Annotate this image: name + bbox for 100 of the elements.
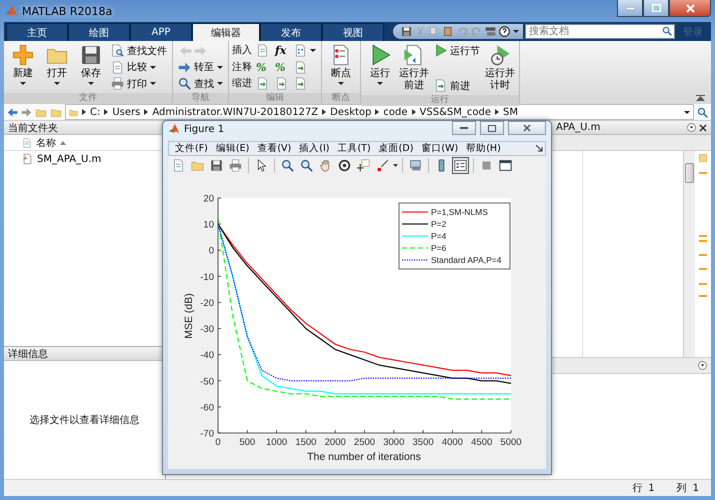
tick-label: 1500 <box>295 437 316 448</box>
menu-item[interactable]: 帮助(H) <box>462 142 505 156</box>
legend-label: P=2 <box>431 219 446 229</box>
warning-marker[interactable] <box>699 254 707 256</box>
status-label: 行 <box>632 482 642 495</box>
clock-play-icon <box>489 44 511 66</box>
menu-item[interactable]: 插入(I) <box>295 142 334 156</box>
ribbon-button[interactable]: 运行并计时 <box>484 43 516 93</box>
ribbon-button[interactable]: 运行 <box>364 43 396 86</box>
group-label: 导航 <box>173 93 228 104</box>
warning-marker[interactable] <box>699 235 707 237</box>
close-button[interactable] <box>508 121 546 135</box>
warning-marker[interactable] <box>699 172 707 174</box>
path-segment[interactable]: code <box>383 106 408 118</box>
menu-item[interactable]: 编辑(E) <box>212 142 254 156</box>
maximize-icon <box>652 4 660 12</box>
warning-marker[interactable] <box>699 283 707 285</box>
help-icon <box>499 26 510 37</box>
up-folder-icon <box>35 106 47 118</box>
document-arrow-icon <box>294 77 307 90</box>
maximize-button[interactable] <box>480 121 504 135</box>
document-icon <box>256 44 269 57</box>
tick-label: 4500 <box>471 437 492 448</box>
search-icon <box>697 106 708 118</box>
column-header[interactable]: 名称 <box>36 136 56 150</box>
ribbon-tab[interactable]: 视图 <box>322 23 384 41</box>
tick-label: -50 <box>200 376 214 388</box>
caret-icon <box>310 49 316 52</box>
legend-line <box>402 211 428 213</box>
path-segment[interactable]: VSS&SM_code <box>420 106 491 118</box>
path-segment[interactable]: Users <box>112 106 140 118</box>
minimize-button[interactable] <box>617 0 643 17</box>
path-segment[interactable]: Administrator.WIN7U-20180127Z <box>152 106 318 118</box>
scrollbar[interactable] <box>683 151 695 357</box>
toolbar-button[interactable] <box>355 156 372 174</box>
chevron-icon <box>82 109 86 115</box>
file-item[interactable]: SM_APA_U.m <box>4 151 165 167</box>
ribbon-button[interactable]: 比较 <box>109 60 169 74</box>
caret-icon <box>54 82 60 85</box>
document-arrow-icon <box>434 79 447 92</box>
warning-marker[interactable] <box>699 268 707 270</box>
ribbon-tab[interactable]: 发布 <box>260 23 322 41</box>
windows-icon <box>485 26 496 37</box>
close-button[interactable] <box>669 0 711 17</box>
tick-label: 20 <box>203 194 214 204</box>
caret-icon <box>88 82 94 85</box>
path-field[interactable]: C: Users Administrator.WIN7U-20180127Z Desktop code VSS&SM_code SM <box>65 104 694 120</box>
search-field[interactable]: 搜索文档 <box>525 24 675 39</box>
minimize-icon <box>460 127 468 129</box>
maximize-button[interactable] <box>643 0 669 17</box>
tick-label: -10 <box>200 272 214 283</box>
ribbon-icon-button[interactable]: % <box>273 60 290 74</box>
ribbon-tab[interactable]: 编辑器 <box>192 23 260 41</box>
axis-label: The number of iterations <box>307 451 421 463</box>
ribbon-button[interactable]: 打印 <box>109 76 169 91</box>
menu-item[interactable]: 窗口(W) <box>417 142 462 156</box>
floppy-icon <box>80 44 102 66</box>
ribbon-button[interactable]: 运行节 <box>432 43 482 58</box>
tick-label: -30 <box>200 324 214 336</box>
menu-item[interactable]: 文件(F) <box>171 142 212 156</box>
ribbon-icon-button[interactable]: fx <box>273 43 290 58</box>
paste-icon <box>443 26 454 37</box>
toolbar-button[interactable] <box>452 156 469 174</box>
ribbon-button[interactable]: 打开 <box>41 43 73 86</box>
sort-up-icon <box>60 140 66 144</box>
status-value: 1 <box>692 482 699 494</box>
path-segment[interactable]: C: <box>90 106 100 118</box>
ribbon-button[interactable]: 新建 <box>7 43 39 86</box>
ribbon-icon-button[interactable]: % <box>254 60 271 74</box>
ribbon-tab[interactable]: 主页 <box>6 23 68 41</box>
document-icon <box>22 136 32 148</box>
group-label: 文件 <box>4 93 172 104</box>
warning-marker[interactable] <box>699 295 707 297</box>
path-segment[interactable]: SM <box>502 106 518 118</box>
undo-icon <box>457 26 468 37</box>
editor-tab[interactable]: APA_U.m <box>556 122 600 133</box>
ribbon-label: 注释 <box>232 60 252 74</box>
close-icon <box>686 4 694 12</box>
ribbon-button[interactable]: 转至 <box>176 60 225 74</box>
path-segment[interactable]: Desktop <box>330 106 372 118</box>
ribbon-button[interactable]: 前进 <box>432 78 482 93</box>
menu-item[interactable]: 桌面(D) <box>374 142 418 156</box>
ribbon-tab[interactable]: 绘图 <box>68 23 130 41</box>
ribbon-tab[interactable]: APP <box>130 23 192 41</box>
ribbon-button[interactable]: 保存 <box>75 43 107 86</box>
menu-item[interactable]: 查看(V) <box>253 142 296 156</box>
menu-item[interactable]: 工具(T) <box>333 142 375 156</box>
ribbon-button[interactable]: 查找文件 <box>109 43 169 58</box>
warning-marker[interactable] <box>699 240 707 242</box>
tick-label: 5000 <box>500 437 522 448</box>
caret-icon <box>513 30 519 33</box>
window-title: MATLAB R2018a <box>22 4 112 18</box>
caret-icon <box>20 82 26 85</box>
ribbon-button[interactable]: 查找 <box>176 76 225 91</box>
minimize-button[interactable] <box>452 121 476 135</box>
ribbon-button[interactable]: 运行并前进 <box>398 43 430 93</box>
group-label: 断点 <box>322 93 360 104</box>
search-icon <box>662 26 672 36</box>
caret-icon <box>684 110 690 114</box>
ribbon-button[interactable]: 断点 <box>325 43 357 86</box>
